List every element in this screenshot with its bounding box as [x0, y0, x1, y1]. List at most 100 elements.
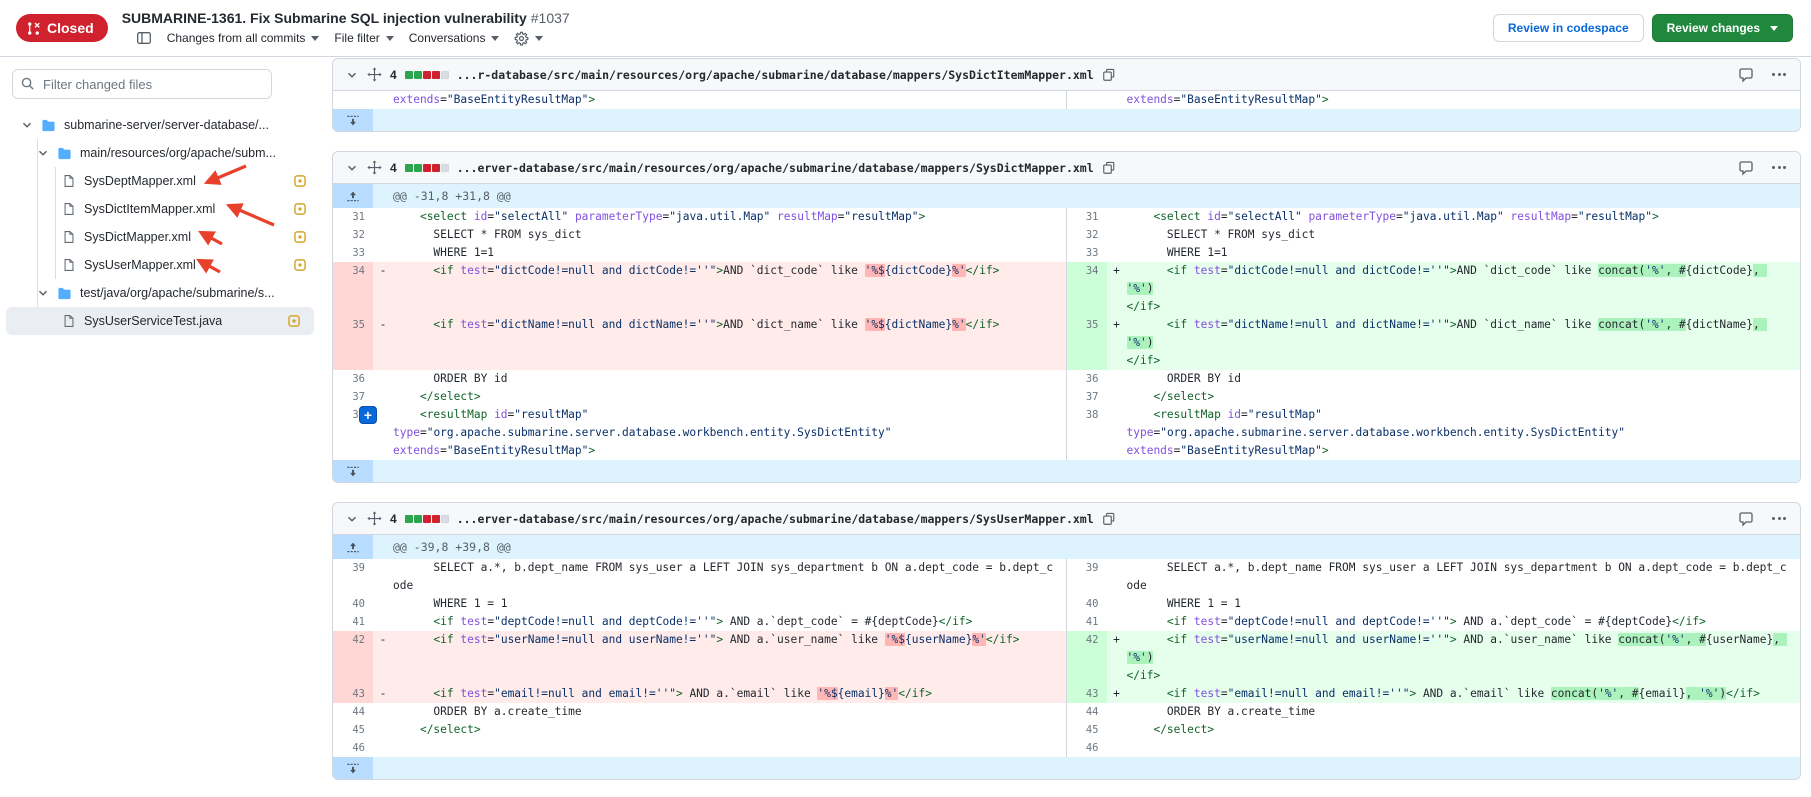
tree-file-sysdictmapper-xml[interactable]: SysDictMapper.xml — [0, 223, 320, 251]
diffstat-square-neutral — [441, 71, 449, 79]
line-number[interactable]: 45 — [1067, 721, 1107, 739]
add-comment-button[interactable]: + — [359, 406, 377, 424]
diff-ctx-cell: 46 — [333, 739, 1067, 757]
kebab-menu-icon[interactable] — [1770, 164, 1788, 171]
kebab-menu-icon[interactable] — [1770, 71, 1788, 78]
diff-marker — [373, 703, 393, 721]
tree-file-sysdictitemmapper-xml[interactable]: SysDictItemMapper.xml — [0, 195, 320, 223]
tree-file-sysdeptmapper-xml[interactable]: SysDeptMapper.xml — [0, 167, 320, 195]
line-number[interactable]: 33 — [333, 244, 373, 262]
diff-ctx-cell: 32 SELECT * FROM sys_dict — [1067, 226, 1801, 244]
file-icon — [62, 230, 76, 244]
line-number[interactable]: 43 — [1067, 685, 1107, 703]
review-in-codespace-button[interactable]: Review in codespace — [1493, 14, 1644, 42]
line-number[interactable]: 36 — [1067, 370, 1107, 388]
tree-folder-main-resources-org-apache-subm-[interactable]: main/resources/org/apache/subm... — [0, 139, 320, 167]
diff-marker — [373, 388, 393, 406]
drag-handle-icon[interactable] — [367, 160, 382, 175]
line-number[interactable] — [333, 91, 373, 109]
file-icon — [62, 314, 76, 328]
line-number[interactable]: 46 — [333, 739, 373, 757]
expand-down-button[interactable] — [333, 460, 373, 482]
line-number[interactable]: 42 — [1067, 631, 1107, 685]
tree-file-sysuserservicetest-java[interactable]: SysUserServiceTest.java — [6, 307, 314, 335]
conversations-dropdown[interactable]: Conversations — [409, 31, 500, 45]
diff-add-cell: 42+ <if test="userName!=null and userNam… — [1067, 631, 1801, 685]
line-number[interactable]: 35 — [1067, 316, 1107, 370]
copy-path-icon[interactable] — [1102, 68, 1116, 82]
line-number[interactable]: 34 — [333, 262, 373, 316]
line-number[interactable]: 41 — [1067, 613, 1107, 631]
diffstat — [405, 71, 449, 79]
line-number[interactable]: 42 — [333, 631, 373, 685]
diff-marker: + — [1107, 262, 1127, 316]
expand-up-button[interactable] — [333, 184, 373, 208]
code-line: WHERE 1 = 1 — [1127, 595, 1801, 613]
line-number[interactable]: 33 — [1067, 244, 1107, 262]
tree-folder-submarine-server-server-database-[interactable]: submarine-server/server-database/... — [0, 111, 320, 139]
tree-item-label: SysDictItemMapper.xml — [84, 202, 215, 216]
comment-icon[interactable] — [1738, 511, 1754, 527]
diff-row: 46 46 — [333, 739, 1800, 757]
code-line: SELECT a.*, b.dept_name FROM sys_user a … — [393, 559, 1066, 595]
diff-card: 4 ...r-database/src/main/resources/org/a… — [332, 58, 1801, 132]
review-changes-button[interactable]: Review changes — [1652, 14, 1793, 42]
copy-path-icon[interactable] — [1102, 512, 1116, 526]
line-number[interactable]: 37 — [1067, 388, 1107, 406]
line-number[interactable]: 38 — [1067, 406, 1107, 460]
tree-folder-test-java-org-apache-submarine-s-[interactable]: test/java/org/apache/submarine/s... — [0, 279, 320, 307]
tree-file-sysusermapper-xml[interactable]: SysUserMapper.xml — [0, 251, 320, 279]
line-number[interactable]: 39 — [333, 559, 373, 595]
changes-from-dropdown[interactable]: Changes from all commits — [167, 31, 320, 45]
line-number[interactable]: 43 — [333, 685, 373, 703]
line-number[interactable]: 32 — [333, 226, 373, 244]
file-tree-toggle-icon[interactable] — [136, 30, 152, 46]
expand-down-button[interactable] — [333, 109, 373, 131]
diff-ctx-cell: 39 SELECT a.*, b.dept_name FROM sys_user… — [333, 559, 1067, 595]
line-number[interactable]: 41 — [333, 613, 373, 631]
drag-handle-icon[interactable] — [367, 67, 382, 82]
line-number[interactable]: 40 — [1067, 595, 1107, 613]
diff-marker — [373, 613, 393, 631]
expand-down-button[interactable] — [333, 757, 373, 779]
code-line: ORDER BY id — [1127, 370, 1801, 388]
comment-icon[interactable] — [1738, 160, 1754, 176]
diff-settings-dropdown[interactable] — [514, 31, 543, 46]
kebab-menu-icon[interactable] — [1770, 515, 1788, 522]
line-number[interactable]: 32 — [1067, 226, 1107, 244]
code-line — [393, 739, 1066, 757]
copy-path-icon[interactable] — [1102, 161, 1116, 175]
line-number[interactable]: 46 — [1067, 739, 1107, 757]
line-number[interactable]: 44 — [333, 703, 373, 721]
line-number[interactable]: 37 — [333, 388, 373, 406]
line-number[interactable]: 36 — [333, 370, 373, 388]
line-number[interactable]: 44 — [1067, 703, 1107, 721]
line-number[interactable] — [1067, 91, 1107, 109]
file-filter-dropdown[interactable]: File filter — [334, 31, 393, 45]
diff-card: 4 ...erver-database/src/main/resources/o… — [332, 502, 1801, 780]
diff-marker — [1107, 226, 1127, 244]
chevron-down-icon[interactable] — [36, 286, 50, 300]
diff-marker — [373, 721, 393, 739]
hunk-header-text: @@ -31,8 +31,8 @@ — [373, 184, 511, 208]
line-number[interactable]: 34 — [1067, 262, 1107, 316]
expand-up-button[interactable] — [333, 535, 373, 559]
diffstat-square-del — [432, 515, 440, 523]
line-number[interactable]: 35 — [333, 316, 373, 370]
line-number[interactable]: 40 — [333, 595, 373, 613]
collapse-chevron-icon[interactable] — [345, 161, 359, 175]
diff-marker — [373, 595, 393, 613]
chevron-down-icon[interactable] — [36, 146, 50, 160]
line-number[interactable]: 31 — [333, 208, 373, 226]
drag-handle-icon[interactable] — [367, 511, 382, 526]
collapse-chevron-icon[interactable] — [345, 68, 359, 82]
code-line: <resultMap id="resultMap" type="org.apac… — [1127, 406, 1801, 460]
comment-icon[interactable] — [1738, 67, 1754, 83]
line-number[interactable]: 45 — [333, 721, 373, 739]
filter-files-input[interactable] — [12, 69, 272, 99]
collapse-chevron-icon[interactable] — [345, 512, 359, 526]
diff-marker — [1107, 244, 1127, 262]
line-number[interactable]: 39 — [1067, 559, 1107, 595]
chevron-down-icon[interactable] — [20, 118, 34, 132]
line-number[interactable]: 31 — [1067, 208, 1107, 226]
